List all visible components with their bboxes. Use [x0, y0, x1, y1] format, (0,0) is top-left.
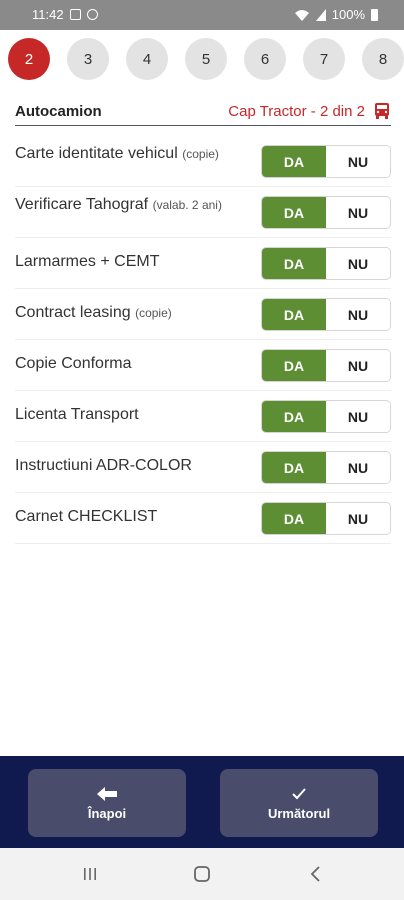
section-title: Autocamion — [15, 103, 102, 120]
yes-option[interactable]: DA — [262, 401, 326, 432]
row-label-container: Instructiuni ADR-COLOR — [15, 456, 253, 476]
row-label-container: Licenta Transport — [15, 405, 253, 425]
row-label-container: Larmarmes + CEMT — [15, 252, 253, 272]
yes-option[interactable]: DA — [262, 197, 326, 228]
no-option[interactable]: NU — [326, 401, 390, 432]
status-bar: 11:42 100% — [0, 0, 404, 30]
row-label: Carnet CHECKLIST — [15, 508, 158, 525]
checklist-row: Carnet CHECKLIST DA NU — [15, 493, 391, 544]
step-3[interactable]: 3 — [67, 38, 109, 80]
back-label: Înapoi — [87, 805, 127, 821]
no-option[interactable]: NU — [326, 503, 390, 534]
row-label-container: Carnet CHECKLIST — [15, 507, 253, 527]
yes-no-toggle: DA NU — [261, 298, 391, 331]
checklist-row: Contract leasing (copie) DA NU — [15, 289, 391, 340]
row-label: Verificare Tahograf — [15, 196, 149, 213]
yes-no-toggle: DA NU — [261, 451, 391, 484]
step-indicator: 2345678 — [0, 30, 404, 88]
back-button[interactable]: Înapoi — [28, 769, 186, 837]
row-label-container: Copie Conforma — [15, 354, 253, 374]
recent-apps-icon[interactable] — [78, 862, 102, 886]
step-5[interactable]: 5 — [185, 38, 227, 80]
step-6[interactable]: 6 — [244, 38, 286, 80]
checklist-row: Instructiuni ADR-COLOR DA NU — [15, 442, 391, 493]
yes-no-toggle: DA NU — [261, 349, 391, 382]
row-label: Larmarmes + CEMT — [15, 253, 160, 270]
yes-no-toggle: DA NU — [261, 502, 391, 535]
no-option[interactable]: NU — [326, 248, 390, 279]
row-label: Contract leasing — [15, 304, 131, 321]
status-right: 100% — [294, 7, 378, 22]
checklist-row: Carte identitate vehicul (copie) DA NU — [15, 136, 391, 187]
section-subtitle: Cap Tractor - 2 din 2 — [228, 103, 365, 120]
section-header: Autocamion Cap Tractor - 2 din 2 — [15, 100, 391, 126]
row-label: Instructiuni ADR-COLOR — [15, 457, 192, 474]
battery-percent: 100% — [331, 7, 365, 22]
next-label: Următorul — [267, 805, 331, 821]
row-label: Carte identitate vehicul — [15, 145, 178, 162]
row-label-container: Carte identitate vehicul (copie) — [15, 144, 253, 164]
checklist-row: Licenta Transport DA NU — [15, 391, 391, 442]
row-label-container: Verificare Tahograf (valab. 2 ani) — [15, 195, 253, 215]
bottom-nav: Înapoi Următorul — [0, 756, 404, 848]
no-option[interactable]: NU — [326, 452, 390, 483]
step-2[interactable]: 2 — [8, 38, 50, 80]
arrow-left-icon — [97, 786, 117, 801]
yes-option[interactable]: DA — [262, 299, 326, 330]
system-nav-bar — [0, 848, 404, 900]
truck-icon — [375, 103, 389, 119]
yes-option[interactable]: DA — [262, 350, 326, 381]
status-time: 11:42 — [32, 7, 64, 22]
yes-no-toggle: DA NU — [261, 196, 391, 229]
step-4[interactable]: 4 — [126, 38, 168, 80]
checklist-row: Verificare Tahograf (valab. 2 ani) DA NU — [15, 187, 391, 238]
yes-no-toggle: DA NU — [261, 145, 391, 178]
yes-option[interactable]: DA — [262, 248, 326, 279]
wifi-icon — [294, 9, 309, 21]
checkmark-icon — [292, 787, 306, 799]
row-label-container: Contract leasing (copie) — [15, 303, 253, 323]
row-note: (copie) — [182, 147, 219, 161]
signal-icon — [315, 8, 326, 21]
checklist: Carte identitate vehicul (copie) DA NU Veri… — [15, 136, 391, 544]
row-note: (copie) — [135, 306, 172, 320]
yes-option[interactable]: DA — [262, 146, 326, 177]
no-option[interactable]: NU — [326, 350, 390, 381]
checklist-row: Copie Conforma DA NU — [15, 340, 391, 391]
gallery-notification-icon — [69, 9, 81, 20]
step-8[interactable]: 8 — [362, 38, 404, 80]
yes-option[interactable]: DA — [262, 452, 326, 483]
sync-notification-icon — [86, 9, 98, 20]
no-option[interactable]: NU — [326, 146, 390, 177]
yes-option[interactable]: DA — [262, 503, 326, 534]
next-button[interactable]: Următorul — [220, 769, 378, 837]
yes-no-toggle: DA NU — [261, 400, 391, 433]
no-option[interactable]: NU — [326, 299, 390, 330]
row-label: Licenta Transport — [15, 406, 139, 423]
no-option[interactable]: NU — [326, 197, 390, 228]
yes-no-toggle: DA NU — [261, 247, 391, 280]
status-left: 11:42 — [32, 7, 98, 22]
home-icon[interactable] — [190, 862, 214, 886]
back-nav-icon[interactable] — [304, 862, 328, 886]
battery-icon — [371, 8, 378, 21]
step-7[interactable]: 7 — [303, 38, 345, 80]
row-label: Copie Conforma — [15, 355, 132, 372]
checklist-row: Larmarmes + CEMT DA NU — [15, 238, 391, 289]
row-note: (valab. 2 ani) — [152, 198, 222, 212]
